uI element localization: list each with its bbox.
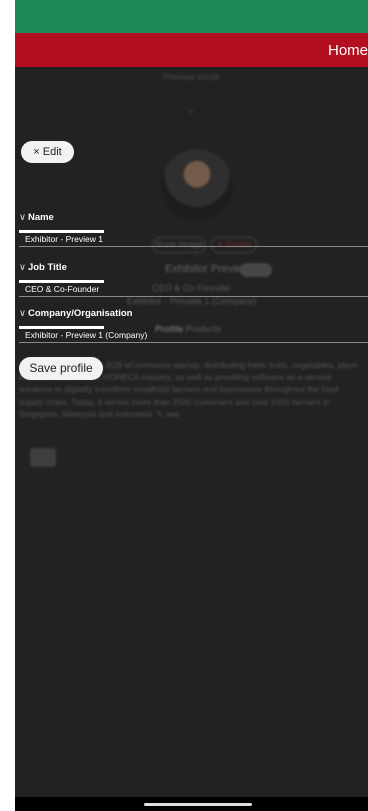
app-header: Home (15, 33, 368, 67)
job-title-label: ∨ Job Title (19, 262, 67, 273)
text-cursor-highlight (19, 230, 104, 233)
edit-close-button[interactable]: × Edit (21, 141, 74, 163)
avatar (161, 149, 233, 221)
phone-screen: Home Preview mode ⌄ Show image ✕ Delete … (15, 0, 368, 811)
chevron-down-icon: ∨ (19, 212, 26, 223)
company-label: ∨ Company/Organisation (19, 308, 132, 319)
text-cursor-highlight (19, 326, 104, 329)
header-title: Home (327, 42, 368, 59)
name-label-text: Name (27, 212, 54, 223)
save-profile-button[interactable]: Save profile (19, 357, 103, 380)
tab-profile: Profile (155, 324, 184, 334)
social-icon (30, 448, 56, 467)
chevron-down-icon: ∨ (19, 262, 26, 273)
see-more-link: ✎ see (156, 408, 180, 419)
job-title-label-text: Job Title (27, 262, 67, 273)
profile-company: Exhibitor - Preview 1 (Company) (126, 296, 257, 306)
app-body: Preview mode ⌄ Show image ✕ Delete Exhib… (15, 67, 368, 797)
status-badge (240, 263, 272, 277)
text-cursor-highlight (19, 280, 104, 283)
delete-button: ✕ Delete (211, 237, 257, 253)
tab-products: Products (185, 324, 222, 334)
profile-tabs: Profile Products (155, 324, 221, 334)
job-title-input[interactable]: CEO & Co-Founder (25, 284, 99, 294)
input-underline (19, 342, 368, 343)
company-input[interactable]: Exhibitor - Preview 1 (Company) (25, 330, 147, 340)
name-label: ∨ Name (19, 212, 54, 223)
chevron-down-icon: ⌄ (187, 105, 196, 116)
company-label-text: Company/Organisation (27, 308, 133, 319)
input-underline (19, 246, 368, 247)
home-indicator[interactable] (144, 803, 252, 806)
system-nav-bar (15, 797, 368, 811)
show-image-button: Show image (152, 237, 206, 253)
preview-mode-label: Preview mode (162, 72, 221, 82)
input-underline (19, 296, 368, 297)
chevron-down-icon: ∨ (19, 308, 26, 319)
status-bar (15, 0, 368, 33)
background-profile: Preview mode ⌄ Show image ✕ Delete Exhib… (15, 67, 368, 797)
name-input[interactable]: Exhibitor - Preview 1 (25, 234, 103, 244)
